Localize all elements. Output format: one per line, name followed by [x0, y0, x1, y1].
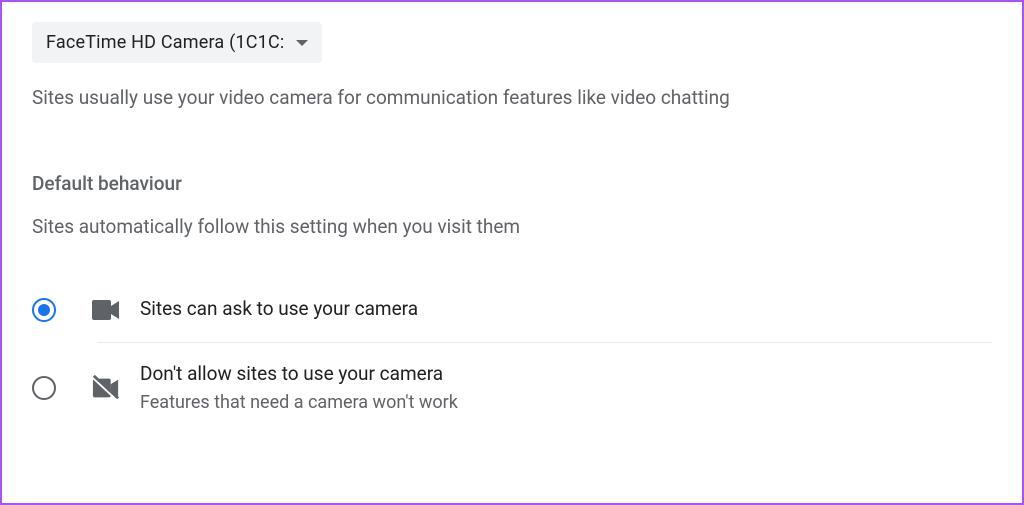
- option-block-label: Don't allow sites to use your camera: [140, 361, 458, 388]
- option-allow-label: Sites can ask to use your camera: [140, 296, 418, 323]
- chevron-down-icon: [296, 40, 308, 46]
- radio-allow[interactable]: [32, 298, 56, 322]
- option-block-sublabel: Features that need a camera won't work: [140, 389, 458, 416]
- default-behaviour-heading: Default behaviour: [32, 172, 992, 195]
- camera-device-label: FaceTime HD Camera (1C1C:: [46, 32, 284, 53]
- camera-off-icon: [92, 374, 120, 402]
- radio-block[interactable]: [32, 376, 56, 400]
- default-behaviour-subtext: Sites automatically follow this setting …: [32, 215, 992, 238]
- option-block-row[interactable]: Don't allow sites to use your camera Fea…: [32, 343, 992, 435]
- camera-description: Sites usually use your video camera for …: [32, 85, 992, 112]
- option-allow-row[interactable]: Sites can ask to use your camera: [32, 278, 992, 342]
- camera-device-select[interactable]: FaceTime HD Camera (1C1C:: [32, 22, 322, 63]
- camera-icon: [92, 296, 120, 324]
